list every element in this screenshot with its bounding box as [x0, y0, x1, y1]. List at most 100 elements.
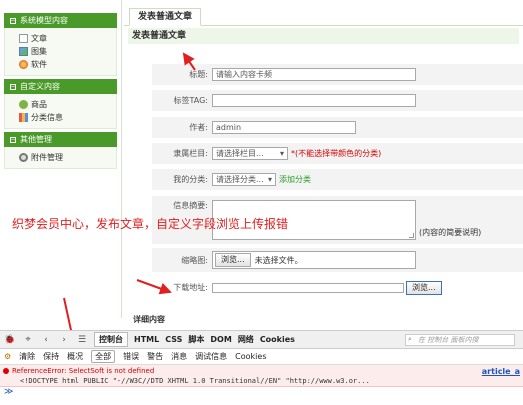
- tab-publish-article[interactable]: 发表普通文章: [129, 8, 202, 26]
- column-label: 隶属栏目:: [173, 149, 208, 158]
- thumbnail-file-input[interactable]: 浏览... 未选择文件。: [212, 251, 416, 269]
- sidebar-item-goods[interactable]: 商品: [19, 98, 116, 111]
- sidebar-item-label: 图集: [31, 47, 47, 56]
- forward-icon[interactable]: ›: [58, 334, 70, 346]
- column-select[interactable]: 请选择栏目... ▾: [212, 147, 288, 160]
- column-select-value: 请选择栏目...: [216, 149, 264, 158]
- devtools-tab-cookies[interactable]: Cookies: [260, 335, 295, 344]
- chevron-down-icon: ▾: [279, 149, 284, 158]
- devtools-tab-dom[interactable]: DOM: [210, 335, 231, 344]
- error-source-line: <!DOCTYPE html PUBLIC "-//W3C//DTD XHTML…: [20, 377, 370, 385]
- form-row-thumbnail: 缩略图: 浏览... 未选择文件。: [152, 248, 523, 272]
- add-category-link[interactable]: 添加分类: [279, 174, 311, 185]
- devtools-panel: 🐞 ⌖ ‹ › ☰ 控制台 HTML CSS 脚本 DOM 网络 Cookies…: [0, 330, 523, 405]
- sidebar: − 系统模型内容 文章 图集 软件 − 自定义内容 商品 分类信息 − 其他管理…: [0, 0, 122, 318]
- devtools-tab-script[interactable]: 脚本: [188, 334, 204, 345]
- thumbnail-status: 未选择文件。: [254, 255, 303, 265]
- thumbnail-label: 缩略图:: [181, 255, 208, 265]
- sidebar-item-classified[interactable]: 分类信息: [19, 111, 116, 124]
- firebug-icon[interactable]: 🐞: [4, 334, 16, 346]
- title-input[interactable]: 请输入内容卡频: [212, 68, 416, 81]
- sidebar-item-article[interactable]: 文章: [19, 32, 116, 45]
- mycategory-select[interactable]: 请选择分类... ▾: [212, 173, 276, 186]
- devtools-search-input[interactable]: 在 控制台 面板内搜: [405, 333, 515, 346]
- detail-content-title: 详细内容: [133, 315, 165, 324]
- sidebar-group-other: − 其他管理 附件管理: [4, 132, 117, 169]
- devtools-tab-network[interactable]: 网络: [238, 334, 254, 345]
- collapse-icon[interactable]: −: [10, 136, 16, 143]
- filter-clear[interactable]: 清除: [19, 351, 35, 362]
- download-input[interactable]: [212, 282, 404, 293]
- annotation-text: 织梦会员中心，发布文章，自定义字段浏览上传报错: [12, 217, 289, 231]
- devtools-tab-css[interactable]: CSS: [165, 335, 182, 344]
- console-error-entry[interactable]: ReferenceError: SelectSoft is not define…: [0, 365, 523, 387]
- tab-bar: 发表普通文章: [124, 0, 523, 26]
- devtools-tab-console[interactable]: 控制台: [94, 332, 128, 347]
- console-settings-icon[interactable]: ⚙: [4, 352, 11, 361]
- author-label: 作者:: [189, 123, 208, 132]
- filter-all[interactable]: 全部: [91, 350, 116, 363]
- sidebar-item-label: 软件: [31, 60, 47, 69]
- filter-warnings[interactable]: 警告: [147, 351, 163, 362]
- form-row-title: 标题: 请输入内容卡频: [152, 64, 523, 85]
- tags-label: 标签TAG:: [173, 96, 209, 105]
- console-filter-bar: ⚙ 清除 保持 概况 全部 错误 警告 消息 调试信息 Cookies: [0, 349, 523, 365]
- filter-errors[interactable]: 错误: [123, 351, 139, 362]
- filter-debug[interactable]: 调试信息: [195, 351, 227, 362]
- sidebar-group-title: 其他管理: [20, 135, 52, 144]
- inspect-icon[interactable]: ⌖: [22, 334, 34, 346]
- console-prompt[interactable]: ≫: [4, 387, 13, 397]
- chevron-down-icon: ▾: [267, 175, 272, 184]
- summary-note: (内容的简要说明): [419, 228, 482, 237]
- tags-input[interactable]: [212, 94, 416, 107]
- image-icon: [19, 47, 28, 56]
- document-icon: [19, 34, 28, 43]
- filter-persist[interactable]: 保持: [43, 351, 59, 362]
- sidebar-group-header[interactable]: − 自定义内容: [4, 79, 117, 94]
- sidebar-group-title: 自定义内容: [20, 82, 60, 91]
- mycategory-select-value: 请选择分类...: [216, 175, 264, 184]
- sidebar-group-system-content: − 系统模型内容 文章 图集 软件: [4, 13, 117, 76]
- author-input[interactable]: admin: [212, 121, 356, 134]
- download-label: 下载地址:: [173, 283, 208, 292]
- list-icon[interactable]: ☰: [76, 334, 88, 346]
- download-browse-button[interactable]: 浏览...: [406, 280, 442, 295]
- form-row-column: 隶属栏目: 请选择栏目... ▾ *(不能选择带颜色的分类): [152, 143, 523, 164]
- form-row-tags: 标签TAG:: [152, 90, 523, 111]
- sidebar-group-title: 系统模型内容: [20, 16, 68, 25]
- chart-icon: [19, 113, 28, 122]
- sidebar-item-label: 附件管理: [31, 153, 63, 162]
- section-title: 发表普通文章: [128, 28, 519, 44]
- error-message: ReferenceError: SelectSoft is not define…: [12, 367, 155, 375]
- sidebar-item-label: 文章: [31, 34, 47, 43]
- filter-cookies[interactable]: Cookies: [235, 352, 266, 361]
- sidebar-item-label: 商品: [31, 100, 47, 109]
- resize-grip-icon[interactable]: [409, 233, 414, 238]
- back-icon[interactable]: ‹: [40, 334, 52, 346]
- error-file-link[interactable]: article_a: [482, 367, 520, 376]
- mycategory-label: 我的分类:: [173, 175, 208, 184]
- error-icon: [3, 368, 9, 374]
- sidebar-item-label: 分类信息: [31, 113, 63, 122]
- sidebar-item-gallery[interactable]: 图集: [19, 45, 116, 58]
- title-label: 标题:: [189, 70, 208, 79]
- sidebar-group-custom-content: − 自定义内容 商品 分类信息: [4, 79, 117, 129]
- filter-profile[interactable]: 概况: [67, 351, 83, 362]
- software-icon: [19, 60, 28, 69]
- thumbnail-browse-button[interactable]: 浏览...: [215, 253, 251, 267]
- summary-label: 信息摘要:: [173, 201, 208, 210]
- goods-icon: [19, 100, 28, 109]
- collapse-icon[interactable]: −: [10, 17, 16, 24]
- devtools-tab-html[interactable]: HTML: [134, 335, 159, 344]
- sidebar-group-header[interactable]: − 系统模型内容: [4, 13, 117, 28]
- form-row-author: 作者: admin: [152, 117, 523, 138]
- sidebar-group-header[interactable]: − 其他管理: [4, 132, 117, 147]
- filter-info[interactable]: 消息: [171, 351, 187, 362]
- form-row-download: 下载地址: 浏览...: [152, 277, 523, 298]
- sidebar-item-software[interactable]: 软件: [19, 58, 116, 71]
- form-row-mycategory: 我的分类: 请选择分类... ▾ 添加分类: [152, 169, 523, 190]
- sidebar-item-attachments[interactable]: 附件管理: [19, 151, 116, 164]
- collapse-icon[interactable]: −: [10, 83, 16, 90]
- main-panel: 发表普通文章 发表普通文章 标题: 请输入内容卡频 标签TAG: 作者: adm…: [124, 0, 523, 324]
- column-note: *(不能选择带颜色的分类): [291, 149, 382, 158]
